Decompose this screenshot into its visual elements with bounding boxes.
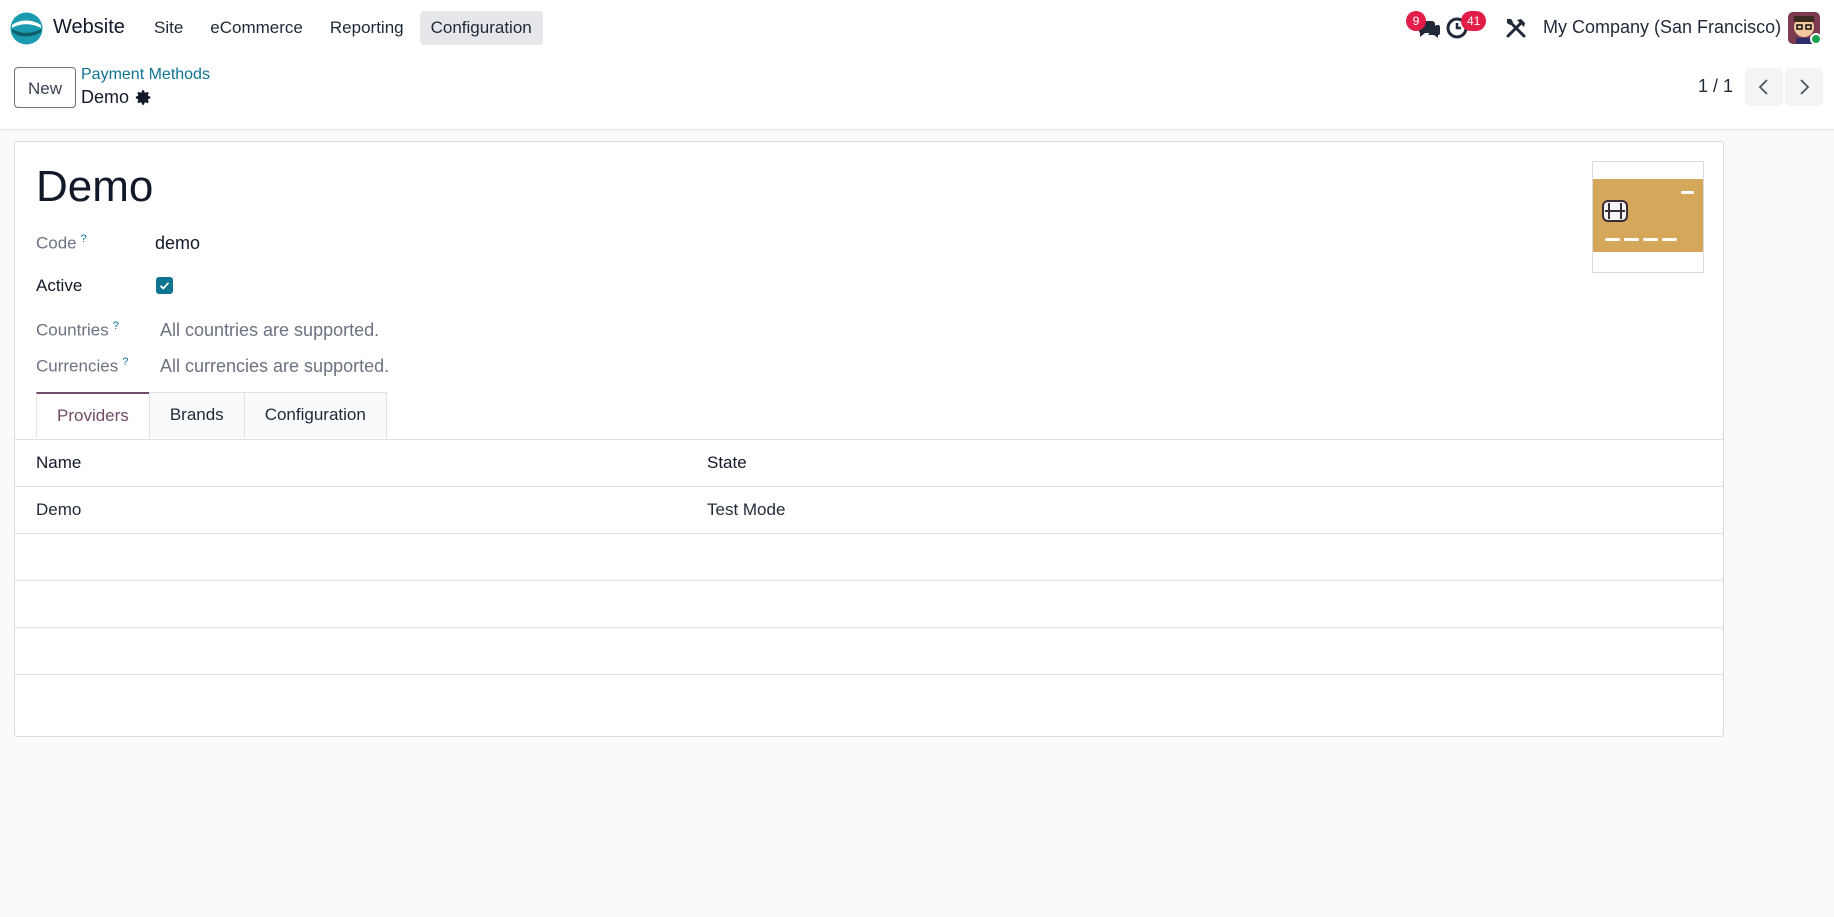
tab-brands[interactable]: Brands: [148, 392, 245, 438]
countries-help-icon[interactable]: ?: [113, 320, 119, 332]
messages-badge: 9: [1406, 11, 1426, 31]
new-button[interactable]: New: [14, 67, 76, 108]
code-label: Code?: [36, 233, 87, 253]
currencies-help-icon[interactable]: ?: [122, 356, 128, 368]
menu-reporting[interactable]: Reporting: [319, 11, 415, 45]
active-label: Active: [36, 276, 83, 295]
tools-icon[interactable]: [1503, 15, 1529, 41]
check-icon: [159, 282, 170, 290]
provider-name-cell: Demo: [36, 500, 82, 519]
tab-configuration[interactable]: Configuration: [243, 392, 387, 438]
countries-value[interactable]: All countries are supported.: [160, 320, 379, 341]
chevron-right-icon: [1800, 79, 1810, 95]
control-panel: New Payment Methods Demo 1 / 1: [0, 56, 1834, 130]
payment-method-image[interactable]: [1592, 161, 1704, 273]
main-menu: Site eCommerce Reporting Configuration: [143, 11, 548, 45]
currencies-value[interactable]: All currencies are supported.: [160, 356, 389, 377]
active-checkbox[interactable]: [156, 277, 173, 294]
empty-row: [15, 534, 1723, 581]
pager-value[interactable]: 1 / 1: [1698, 76, 1733, 97]
record-title[interactable]: Demo: [36, 162, 153, 212]
countries-label: Countries?: [36, 320, 119, 340]
pager-previous-button[interactable]: [1745, 68, 1783, 106]
app-name[interactable]: Website: [53, 16, 125, 39]
chevron-left-icon: [1758, 79, 1768, 95]
column-header-name[interactable]: Name: [36, 453, 81, 473]
website-app-icon[interactable]: [10, 12, 43, 45]
code-help-icon[interactable]: ?: [81, 233, 87, 245]
providers-list: Name State Demo Test Mode: [15, 439, 1723, 675]
gear-icon[interactable]: [135, 89, 152, 106]
online-status-dot: [1810, 33, 1822, 45]
breadcrumb-current: Demo: [81, 87, 130, 107]
tab-providers[interactable]: Providers: [36, 392, 150, 438]
empty-row: [15, 628, 1723, 675]
notebook-tabs: Providers Brands Configuration: [36, 392, 387, 438]
code-value[interactable]: demo: [155, 233, 200, 254]
menu-ecommerce[interactable]: eCommerce: [199, 11, 314, 45]
table-row[interactable]: Demo Test Mode: [15, 487, 1723, 534]
credit-card-icon: [1593, 179, 1703, 252]
breadcrumb-payment-methods[interactable]: Payment Methods: [81, 66, 210, 84]
activities-badge: 41: [1461, 11, 1487, 31]
top-navbar: Website Site eCommerce Reporting Configu…: [0, 0, 1834, 56]
column-header-state[interactable]: State: [707, 453, 747, 473]
provider-state-cell: Test Mode: [707, 500, 786, 519]
company-switcher[interactable]: My Company (San Francisco): [1543, 17, 1781, 38]
pager-next-button[interactable]: [1785, 68, 1823, 106]
form-sheet: Demo Code? demo Active Countries? All co…: [14, 141, 1724, 737]
currencies-label: Currencies?: [36, 356, 129, 376]
table-header-row: Name State: [15, 440, 1723, 487]
menu-configuration[interactable]: Configuration: [419, 11, 543, 45]
menu-site[interactable]: Site: [143, 11, 194, 45]
empty-row: [15, 581, 1723, 628]
